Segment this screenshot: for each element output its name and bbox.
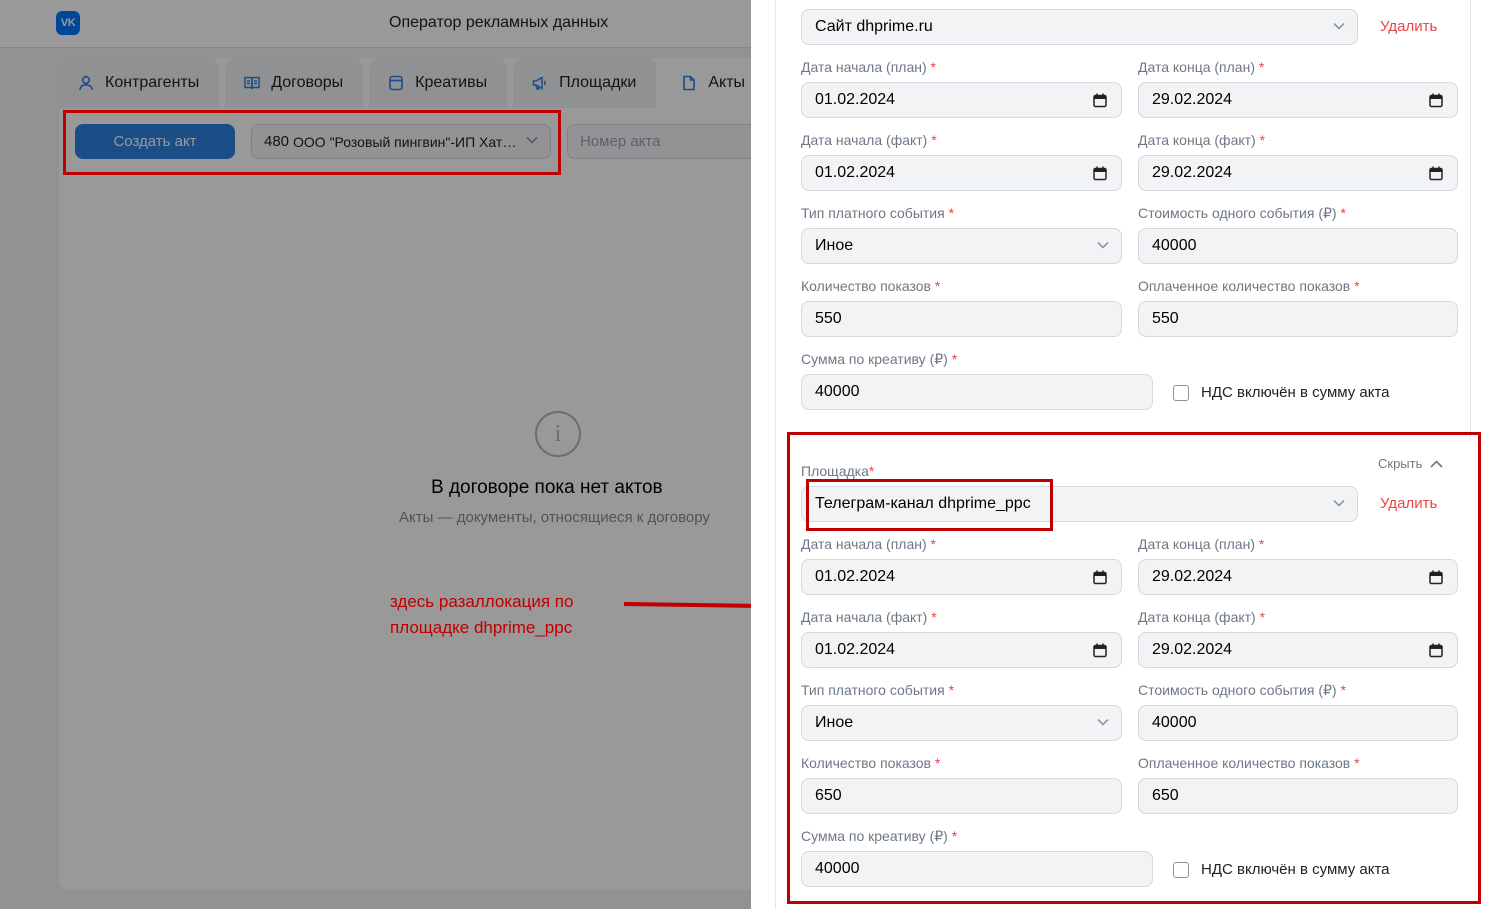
calendar-icon[interactable] (1093, 166, 1107, 181)
field-label: Дата конца (факт) * (1138, 132, 1266, 148)
event-type-select[interactable]: Иное (801, 228, 1122, 264)
vat-checkbox-label[interactable]: НДС включён в сумму акта (1201, 384, 1390, 401)
delete-platform-button[interactable]: Удалить (1380, 18, 1437, 35)
calendar-icon[interactable] (1429, 93, 1443, 108)
platform-select[interactable]: Сайт dhprime.ru (801, 9, 1358, 45)
field-label: Дата начала (факт) * (801, 132, 937, 148)
annotation-line: площадке dhprime_ppc (390, 618, 573, 637)
annotation-box-platform-name (806, 479, 1053, 531)
panel-divider (1470, 0, 1471, 440)
end-fact-date-input[interactable]: 29.02.2024 (1138, 155, 1458, 191)
chevron-down-icon (1333, 22, 1345, 30)
date-value: 29.02.2024 (1152, 91, 1233, 108)
field-label: Оплаченное количество показов * (1138, 278, 1360, 294)
panel-divider (775, 0, 776, 909)
field-label: Тип платного события * (801, 205, 955, 221)
field-label: Количество показов * (801, 278, 941, 294)
chevron-down-icon (1097, 241, 1109, 249)
field-label: Сумма по креативу (₽) * (801, 351, 958, 367)
impressions-value: 550 (815, 310, 842, 327)
event-cost-input[interactable]: 40000 (1138, 228, 1458, 264)
paid-impressions-input[interactable]: 550 (1138, 301, 1458, 337)
field-label: Стоимость одного события (₽) * (1138, 205, 1346, 221)
date-value: 29.02.2024 (1152, 164, 1233, 181)
paid-impressions-value: 550 (1152, 310, 1179, 327)
platform-value: Сайт dhprime.ru (815, 18, 933, 35)
date-value: 01.02.2024 (815, 164, 896, 181)
annotation-text: здесь разаллокация по площадке dhprime_p… (390, 589, 620, 641)
event-type-value: Иное (815, 237, 854, 254)
calendar-icon[interactable] (1429, 166, 1443, 181)
field-label: Дата начала (план) * (801, 59, 936, 75)
event-cost-value: 40000 (1152, 237, 1197, 254)
annotation-line: здесь разаллокация по (390, 592, 574, 611)
vat-checkbox[interactable] (1173, 385, 1189, 401)
start-fact-date-input[interactable]: 01.02.2024 (801, 155, 1122, 191)
end-plan-date-input[interactable]: 29.02.2024 (1138, 82, 1458, 118)
start-plan-date-input[interactable]: 01.02.2024 (801, 82, 1122, 118)
field-label: Дата конца (план) * (1138, 59, 1265, 75)
date-value: 01.02.2024 (815, 91, 896, 108)
creative-sum-input[interactable]: 40000 (801, 374, 1153, 410)
annotation-box-toolbar (63, 110, 561, 175)
creative-sum-value: 40000 (815, 383, 860, 400)
impressions-input[interactable]: 550 (801, 301, 1122, 337)
calendar-icon[interactable] (1093, 93, 1107, 108)
